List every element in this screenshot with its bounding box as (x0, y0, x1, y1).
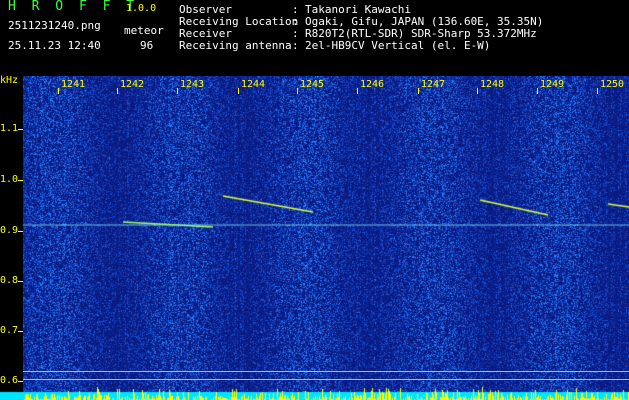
x-tick-label: 1250 (600, 79, 625, 90)
header-panel: H R O F F T 1.0.0 2511231240.png 25.11.2… (0, 0, 629, 76)
reference-line (23, 371, 629, 372)
x-tick (418, 88, 419, 94)
antenna-sep: : (292, 39, 299, 52)
y-tick-label: 0.7 (0, 325, 19, 336)
y-tick (18, 381, 23, 382)
y-tick (18, 129, 23, 130)
x-tick (58, 88, 59, 94)
detection-count: 96 (140, 39, 154, 52)
x-tick-label: 1243 (180, 79, 205, 90)
y-tick-label: 0.8 (0, 275, 19, 286)
y-tick-label: 0.9 (0, 225, 19, 236)
y-tick-label: 1.1 (0, 123, 19, 134)
y-tick (18, 231, 23, 232)
x-tick-label: 1244 (241, 79, 266, 90)
x-tick (117, 88, 118, 94)
y-tick (18, 331, 23, 332)
version-label: 1.0.0 (126, 3, 157, 14)
x-tick-label: 1241 (61, 79, 86, 90)
antenna-value: 2el-HB9CV Vertical (el. E-W) (305, 39, 491, 52)
y-tick (18, 281, 23, 282)
x-tick (177, 88, 178, 94)
x-tick-label: 1247 (421, 79, 446, 90)
x-tick-label: 1249 (540, 79, 565, 90)
y-unit-label: kHz (0, 75, 19, 86)
y-tick-label: 1.0 (0, 174, 19, 185)
datetime-label: 25.11.23 12:40 (8, 39, 101, 52)
x-tick (597, 88, 598, 94)
x-tick (537, 88, 538, 94)
x-tick (238, 88, 239, 94)
filename-label: 2511231240.png (8, 19, 101, 32)
x-tick (357, 88, 358, 94)
reference-line (23, 379, 629, 380)
mode-label: meteor (124, 24, 164, 37)
signal-power-band (0, 384, 629, 400)
app-title: H R O F F T (8, 0, 139, 14)
x-tick-label: 1248 (480, 79, 505, 90)
x-tick-label: 1245 (300, 79, 325, 90)
x-tick-label: 1242 (120, 79, 145, 90)
y-tick (18, 180, 23, 181)
spectrogram-canvas (23, 76, 629, 400)
x-tick (477, 88, 478, 94)
x-tick (297, 88, 298, 94)
x-tick-label: 1246 (360, 79, 385, 90)
antenna-key: Receiving antenna (179, 39, 292, 52)
